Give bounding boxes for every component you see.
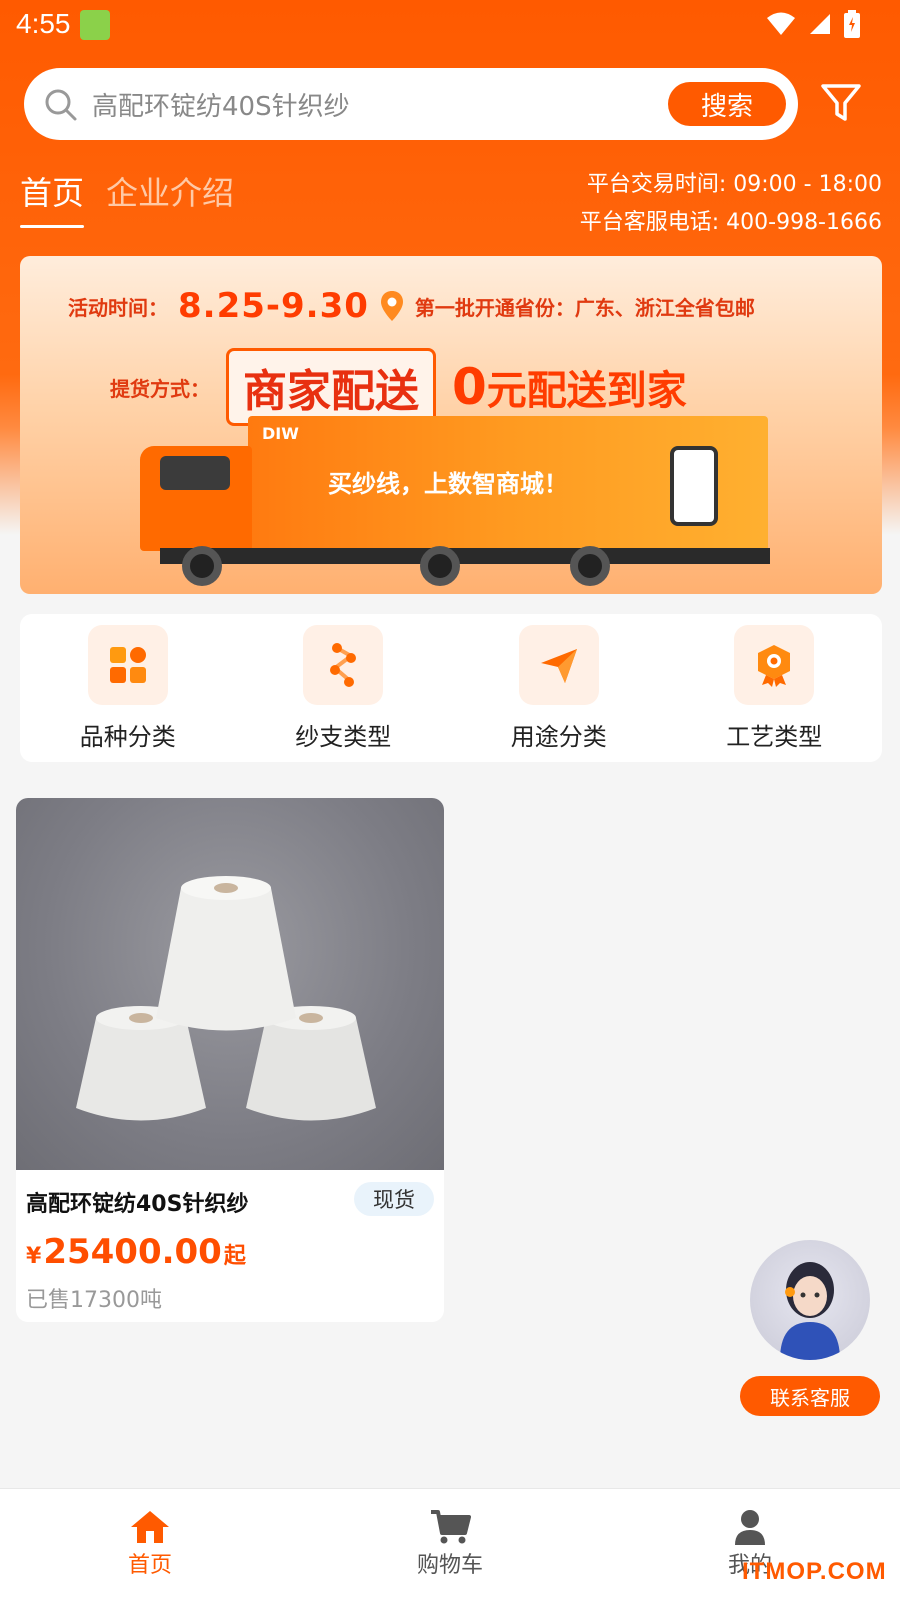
price-symbol: ¥ — [26, 1244, 42, 1269]
customer-service-avatar[interactable] — [750, 1240, 870, 1360]
status-indicators — [766, 10, 860, 38]
truck-window — [160, 456, 230, 490]
branch-icon — [330, 642, 357, 687]
platform-info: 平台交易时间: 09:00 - 18:00 平台客服电话: 400-998-16… — [580, 166, 882, 242]
price-suffix: 起 — [223, 1244, 246, 1269]
search-box[interactable]: 搜索 — [24, 68, 798, 140]
category-variety[interactable]: 品种分类 — [38, 624, 218, 752]
truck-cab — [140, 446, 252, 551]
category-icon-box — [87, 624, 168, 705]
category-icon-box — [734, 624, 815, 705]
truck-wheel — [420, 546, 460, 586]
stock-badge: 现货 — [354, 1182, 434, 1216]
product-image — [16, 798, 444, 1170]
price-value: 25400.00 — [43, 1232, 222, 1272]
product-card[interactable]: 高配环锭纺40S针织纱 现货 ¥ 25400.00 起 已售17300吨 — [16, 798, 444, 1322]
home-icon — [131, 1511, 169, 1543]
category-process[interactable]: 工艺类型 — [684, 624, 864, 752]
category-icon-box — [303, 624, 384, 705]
grid-icon — [109, 646, 146, 683]
nav-label: 首页 — [127, 1553, 172, 1578]
banner-pickup-label: 提货方式： — [110, 376, 210, 401]
filter-icon[interactable] — [820, 82, 862, 124]
user-icon — [735, 1510, 765, 1545]
signal-icon — [810, 14, 830, 34]
watermark: ITMOP.COM — [742, 1558, 887, 1585]
agent-avatar-illustration — [780, 1262, 840, 1360]
cart-icon — [431, 1510, 471, 1544]
sold-count: 已售17300吨 — [26, 1288, 162, 1313]
category-icon-box — [518, 624, 599, 705]
app-notification-icon — [80, 10, 110, 40]
wifi-icon — [767, 12, 795, 35]
banner-regions: 第一批开通省份：广东、浙江全省包邮 — [414, 295, 755, 320]
yarn-spools-illustration — [76, 876, 376, 1121]
truck-wheel — [570, 546, 610, 586]
product-price: ¥ 25400.00 起 — [26, 1232, 246, 1272]
category-usage[interactable]: 用途分类 — [469, 624, 649, 752]
trade-time-text: 平台交易时间: 09:00 - 18:00 — [586, 172, 882, 197]
banner-activity-dates: 8.25-9.30 — [178, 286, 369, 326]
tab-company-intro[interactable]: 企业介绍 — [106, 168, 234, 228]
search-row: 搜索 — [24, 68, 876, 140]
send-icon — [540, 648, 577, 683]
search-input[interactable] — [92, 80, 652, 128]
category-label: 用途分类 — [510, 722, 607, 751]
status-time: 4:55 — [16, 8, 71, 39]
category-card: 品种分类 纱支类型 用途分类 工艺类型 — [20, 614, 882, 762]
category-yarn-count[interactable]: 纱支类型 — [253, 624, 433, 752]
contact-service-button[interactable]: 联系客服 — [740, 1376, 880, 1416]
truck-wheel — [182, 546, 222, 586]
category-label: 工艺类型 — [726, 722, 823, 751]
tab-home[interactable]: 首页 — [20, 168, 85, 228]
product-name: 高配环锭纺40S针织纱 — [26, 1192, 249, 1217]
search-icon — [45, 89, 77, 121]
badge-icon — [758, 644, 791, 687]
banner-activity-label: 活动时间： — [68, 295, 168, 320]
nav-home[interactable]: 首页 — [50, 1489, 250, 1600]
nav-label: 购物车 — [416, 1553, 483, 1578]
top-tabs: 首页 企业介绍 — [20, 168, 234, 228]
service-phone-text[interactable]: 平台客服电话: 400-998-1666 — [580, 204, 882, 242]
banner-activity-line: 活动时间： 8.25-9.30 第一批开通省份：广东、浙江全省包邮 — [68, 286, 755, 326]
nav-cart[interactable]: 购物车 — [350, 1489, 550, 1600]
truck-logo: DIW — [262, 424, 299, 443]
truck-chassis — [160, 548, 770, 564]
promo-banner[interactable]: 活动时间： 8.25-9.30 第一批开通省份：广东、浙江全省包邮 提货方式： … — [20, 256, 882, 594]
phone-illustration — [670, 446, 718, 526]
truck-slogan: 买纱线，上数智商城！ — [328, 470, 568, 498]
category-label: 品种分类 — [79, 722, 176, 751]
category-label: 纱支类型 — [295, 722, 392, 751]
status-bar: 4:55 — [0, 0, 900, 50]
search-button[interactable]: 搜索 — [668, 82, 786, 126]
battery-icon — [844, 10, 860, 38]
location-pin-icon — [380, 291, 403, 321]
